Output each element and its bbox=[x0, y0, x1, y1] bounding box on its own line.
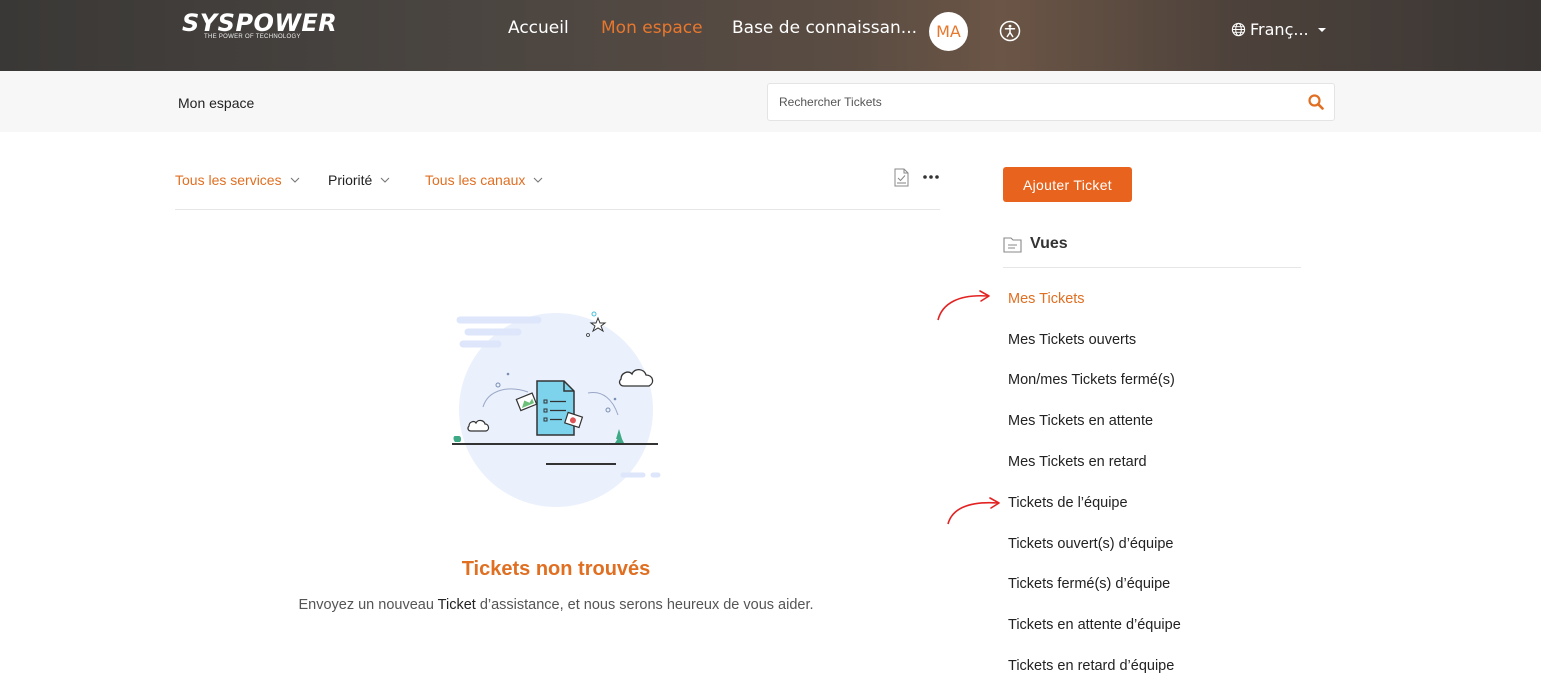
view-mes-tickets-en-attente[interactable]: Mes Tickets en attente bbox=[1008, 413, 1153, 429]
annotation-arrow-icon bbox=[947, 497, 1000, 525]
more-options-icon[interactable] bbox=[923, 175, 939, 179]
ticket-filter-bar: Tous les services Priorité Tous les cana… bbox=[175, 168, 940, 210]
breadcrumb-bar: Mon espace Rechercher Tickets bbox=[0, 71, 1541, 132]
nav-base-de-connaissances[interactable]: Base de connaissan... bbox=[732, 18, 917, 38]
views-header: Vues bbox=[1003, 234, 1301, 268]
chevron-down-icon bbox=[534, 177, 543, 183]
filter-channels-dropdown[interactable]: Tous les canaux bbox=[425, 172, 543, 188]
chevron-down-icon bbox=[380, 177, 390, 183]
breadcrumb: Mon espace bbox=[178, 95, 255, 111]
view-tickets-ouverts-equipe[interactable]: Tickets ouvert(s) d’équipe bbox=[1008, 536, 1173, 552]
top-navigation-bar: SYSPOWER THE POWER OF TECHNOLOGY Accueil… bbox=[0, 0, 1541, 71]
globe-icon bbox=[1231, 22, 1246, 37]
empty-state-description: Envoyez un nouveau Ticket d’assistance, … bbox=[0, 597, 1112, 613]
filter-priority-label: Priorité bbox=[328, 172, 373, 188]
filter-priority-dropdown[interactable]: Priorité bbox=[328, 172, 390, 188]
view-mes-tickets-en-retard[interactable]: Mes Tickets en retard bbox=[1008, 454, 1147, 470]
empty-desc-part2: d’assistance, et nous serons heureux de … bbox=[475, 597, 814, 613]
user-avatar[interactable]: MA bbox=[929, 12, 968, 51]
nav-accueil[interactable]: Accueil bbox=[508, 18, 569, 38]
filter-services-dropdown[interactable]: Tous les services bbox=[175, 172, 300, 188]
search-placeholder: Rechercher Tickets bbox=[779, 95, 882, 109]
nav-mon-espace[interactable]: Mon espace bbox=[601, 18, 703, 38]
empty-tickets-illustration bbox=[452, 311, 661, 507]
empty-desc-part1: Envoyez un nouveau bbox=[298, 597, 438, 613]
export-csv-icon[interactable] bbox=[894, 168, 909, 187]
view-tickets-en-retard-equipe[interactable]: Tickets en retard d’équipe bbox=[1008, 658, 1174, 674]
view-mes-tickets-fermes[interactable]: Mon/mes Tickets fermé(s) bbox=[1008, 372, 1175, 388]
view-mes-tickets-ouverts[interactable]: Mes Tickets ouverts bbox=[1008, 332, 1136, 348]
accessibility-icon[interactable] bbox=[999, 20, 1021, 42]
view-mes-tickets[interactable]: Mes Tickets bbox=[1008, 291, 1085, 307]
logo-text: SYSPOWER bbox=[182, 9, 338, 37]
language-label: Franç... bbox=[1250, 20, 1309, 39]
language-selector[interactable]: Franç... bbox=[1231, 20, 1327, 39]
view-tickets-en-attente-equipe[interactable]: Tickets en attente d’équipe bbox=[1008, 617, 1181, 633]
views-title: Vues bbox=[1030, 235, 1068, 252]
views-icon bbox=[1003, 237, 1022, 253]
empty-desc-ticket: Ticket bbox=[437, 597, 476, 613]
search-input[interactable]: Rechercher Tickets bbox=[767, 83, 1335, 121]
add-ticket-button[interactable]: Ajouter Ticket bbox=[1003, 167, 1132, 202]
syspower-logo[interactable]: SYSPOWER THE POWER OF TECHNOLOGY bbox=[182, 10, 337, 40]
filter-services-label: Tous les services bbox=[175, 172, 282, 188]
chevron-down-icon bbox=[290, 177, 299, 183]
caret-down-icon bbox=[1317, 27, 1326, 32]
filter-channels-label: Tous les canaux bbox=[425, 172, 526, 188]
view-tickets-equipe[interactable]: Tickets de l’équipe bbox=[1008, 495, 1128, 511]
annotation-arrow-icon bbox=[937, 290, 990, 321]
search-icon[interactable] bbox=[1308, 94, 1324, 110]
view-tickets-fermes-equipe[interactable]: Tickets fermé(s) d’équipe bbox=[1008, 576, 1170, 592]
empty-state-title: Tickets non trouvés bbox=[461, 558, 651, 580]
